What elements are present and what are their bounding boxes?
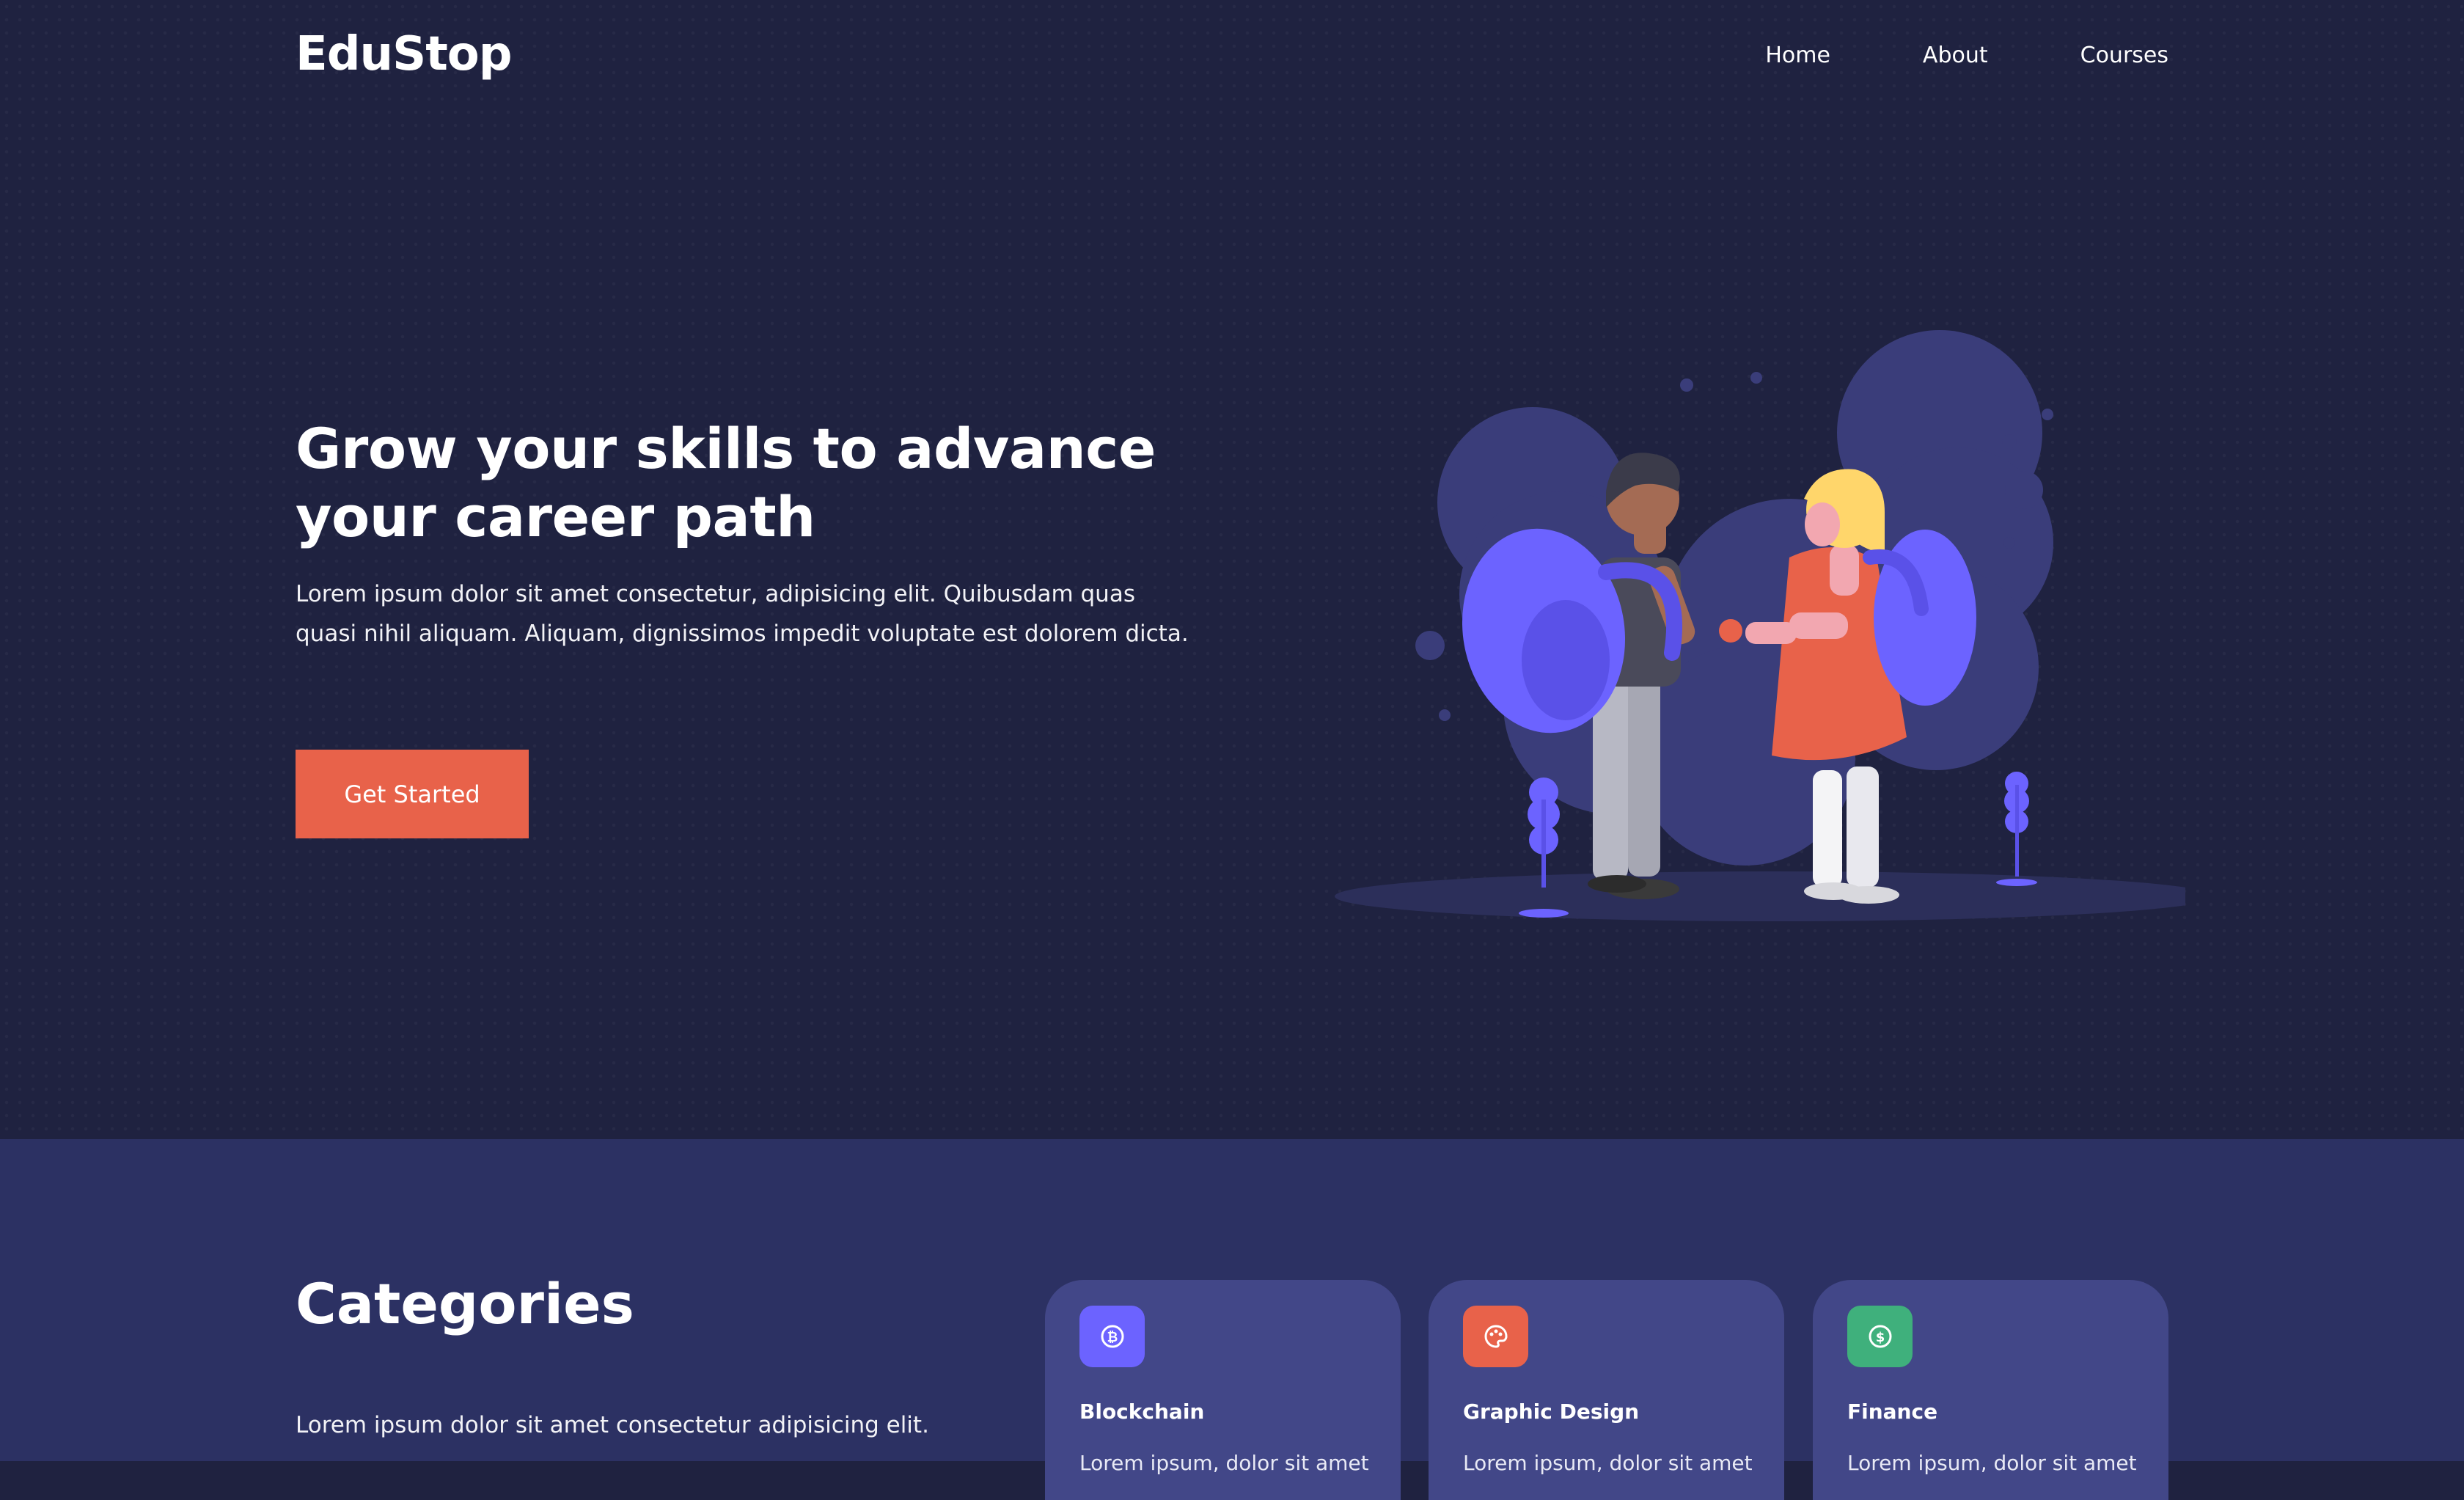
students-illustration [1335,330,2185,921]
nav-about-link[interactable]: About [1923,41,1988,70]
hero-description: Lorem ipsum dolor sit amet consectetur, … [296,581,1189,647]
main-nav: Home About Courses [1673,41,2168,70]
category-card-description: Lorem ipsum, dolor sit amet [1847,1451,2137,1475]
nav-courses-link[interactable]: Courses [2080,41,2168,70]
hero-section: EduStop Home About Courses Grow your ski… [0,0,2464,1139]
category-card-finance[interactable]: $ Finance Lorem ipsum, dolor sit amet [1813,1280,2168,1500]
category-card-title: Graphic Design [1463,1400,1640,1424]
svg-text:₿: ₿ [1107,1330,1118,1345]
categories-description: Lorem ipsum dolor sit amet consectetur a… [296,1412,929,1438]
category-card-description: Lorem ipsum, dolor sit amet [1463,1451,1753,1475]
ground-shadow [1335,871,2185,921]
get-started-button[interactable]: Get Started [296,750,529,838]
category-card-blockchain[interactable]: ₿ Blockchain Lorem ipsum, dolor sit amet [1045,1280,1401,1500]
svg-text:$: $ [1875,1330,1885,1345]
brand-logo[interactable]: EduStop [296,23,513,85]
category-card-description: Lorem ipsum, dolor sit amet [1079,1451,1369,1475]
category-card-title: Finance [1847,1400,1938,1424]
category-card-graphic-design[interactable]: Graphic Design Lorem ipsum, dolor sit am… [1429,1280,1784,1500]
dollar-icon: $ [1847,1306,1913,1367]
category-card-title: Blockchain [1079,1400,1205,1424]
right-plant [1996,772,2037,886]
nav-home-link[interactable]: Home [1765,41,1830,70]
palette-icon [1463,1306,1528,1367]
categories-title: Categories [296,1271,634,1336]
bitcoin-icon: ₿ [1079,1306,1145,1367]
hero-title: Grow your skills to advance your career … [296,416,1156,549]
